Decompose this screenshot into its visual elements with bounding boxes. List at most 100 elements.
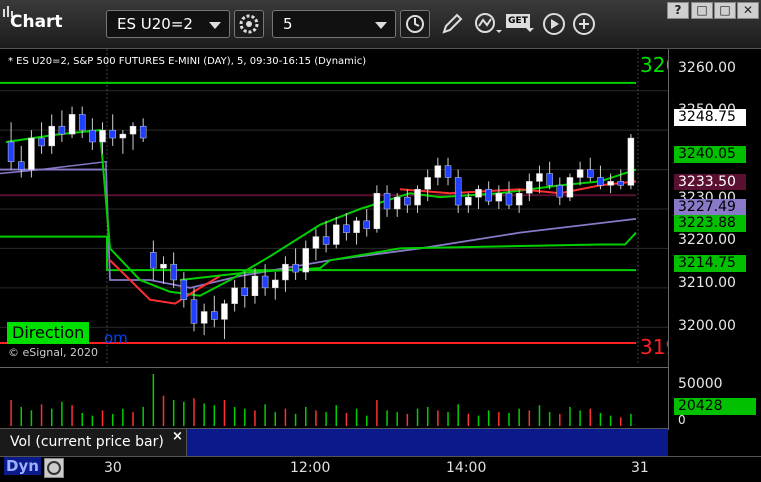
symbol-settings-button[interactable] [234,10,264,38]
candle-body [261,275,269,289]
close-icon[interactable]: × [172,429,183,444]
candle-body [515,192,523,206]
candle-body [139,125,147,139]
time-tick: 12:00 [290,460,331,476]
ma-line-slow [179,231,637,281]
candle-body [434,165,442,178]
volume-tick: 0 [678,413,686,427]
candle-body [68,114,76,135]
price-tag-ma3: 3214.75 [674,255,746,272]
play-button[interactable] [542,12,568,38]
candle-body [251,275,259,296]
close-button[interactable]: ✕ [737,2,759,19]
candle-body [404,196,411,206]
candle-body [617,181,625,186]
help-button[interactable]: ? [667,2,689,19]
restore-button[interactable]: □ [691,2,713,19]
candle-body [119,133,127,139]
candle-body [485,189,492,202]
candle-body [526,181,533,194]
candle-body [200,311,208,324]
price-tick: 3210.00 [678,275,736,291]
volume-study-label: Vol (current price bar) [10,434,164,450]
candle-body [221,303,228,320]
candle-body [180,279,188,300]
candle-body [160,263,167,269]
candle-body [505,192,513,206]
candle-body [607,181,614,186]
chart-description: * ES U20=2, S&P 500 FUTURES E-MINI (DAY)… [8,56,367,67]
volume-study-tab[interactable]: Vol (current price bar) × [0,429,187,457]
vwap-line-prev [0,160,107,175]
candle-body [48,125,55,147]
candle-body [454,177,462,206]
get-button[interactable]: GET [506,12,538,38]
candle-body [597,177,604,186]
candle-body [211,311,218,320]
candle-body [343,224,350,233]
dynamic-button[interactable]: Dyn [4,457,41,475]
title-bar: Chart ES U20=2 5 GET ? □ □ ✕ [0,0,761,49]
price-tag-last: 3248.75 [674,109,746,126]
candle-body [99,129,106,143]
candle-body [89,129,96,143]
time-template-button[interactable] [400,10,430,38]
candle-body [353,220,360,233]
fc-icon[interactable] [44,458,64,478]
volume-current-tag: 20428 [674,398,756,415]
candle-body [363,220,370,229]
candle-body [312,236,320,249]
indicator-bar: Vol (current price bar) × [0,428,668,457]
candle-body [566,177,574,198]
price-chart-panel[interactable] [0,49,668,365]
price-tick: 3200.00 [678,318,736,334]
volume-tick: 50000 [678,376,723,392]
gear-icon [239,14,259,34]
candle-body [424,177,431,190]
price-tag-level: 3233.50 [674,174,746,191]
candle-body [28,137,35,170]
candle-body [556,185,564,198]
time-tick: 30 [104,460,122,476]
candle-body [58,125,66,135]
candle-body [17,161,25,170]
link-button[interactable] [572,12,598,38]
candle-body [272,279,279,289]
price-tag-ma: 3240.05 [674,146,746,163]
interval-select[interactable]: 5 [272,10,396,38]
price-tick: 3220.00 [678,232,736,248]
candle-body [292,263,299,273]
draw-tool-button[interactable] [440,12,466,38]
candle-body [444,165,452,178]
copyright: © eSignal, 2020 [8,346,99,359]
volume-chart [10,374,632,426]
chevron-down-icon [526,28,534,32]
candle-body [322,236,330,245]
maximize-button[interactable]: □ [714,2,736,19]
time-tick: 31 [631,460,649,476]
candle-body [373,192,381,229]
time-axis[interactable]: Dyn 30 12:00 14:00 31 [0,456,761,482]
candle-body [576,169,584,178]
candle-body [465,196,472,206]
candle-body [383,192,391,210]
volume-panel[interactable] [0,367,668,428]
candle-body [627,137,635,186]
candle-body [332,224,340,245]
price-tick: 3260.00 [678,60,736,76]
candle-body [7,141,15,162]
symbol-value: ES U20=2 [117,15,193,33]
time-tick: 14:00 [446,460,487,476]
price-tag-ma2: 3223.88 [674,215,746,232]
clock-icon [406,15,424,33]
link-chain-icon [47,461,61,475]
candle-body [282,263,289,281]
price-chart[interactable] [0,49,668,365]
candle-body [170,263,177,281]
app-title: Chart [10,12,63,32]
study-icon [475,13,502,33]
study-button[interactable] [474,12,504,38]
candle-body [546,173,553,186]
candle-body [231,287,238,304]
symbol-select[interactable]: ES U20=2 [106,10,230,38]
